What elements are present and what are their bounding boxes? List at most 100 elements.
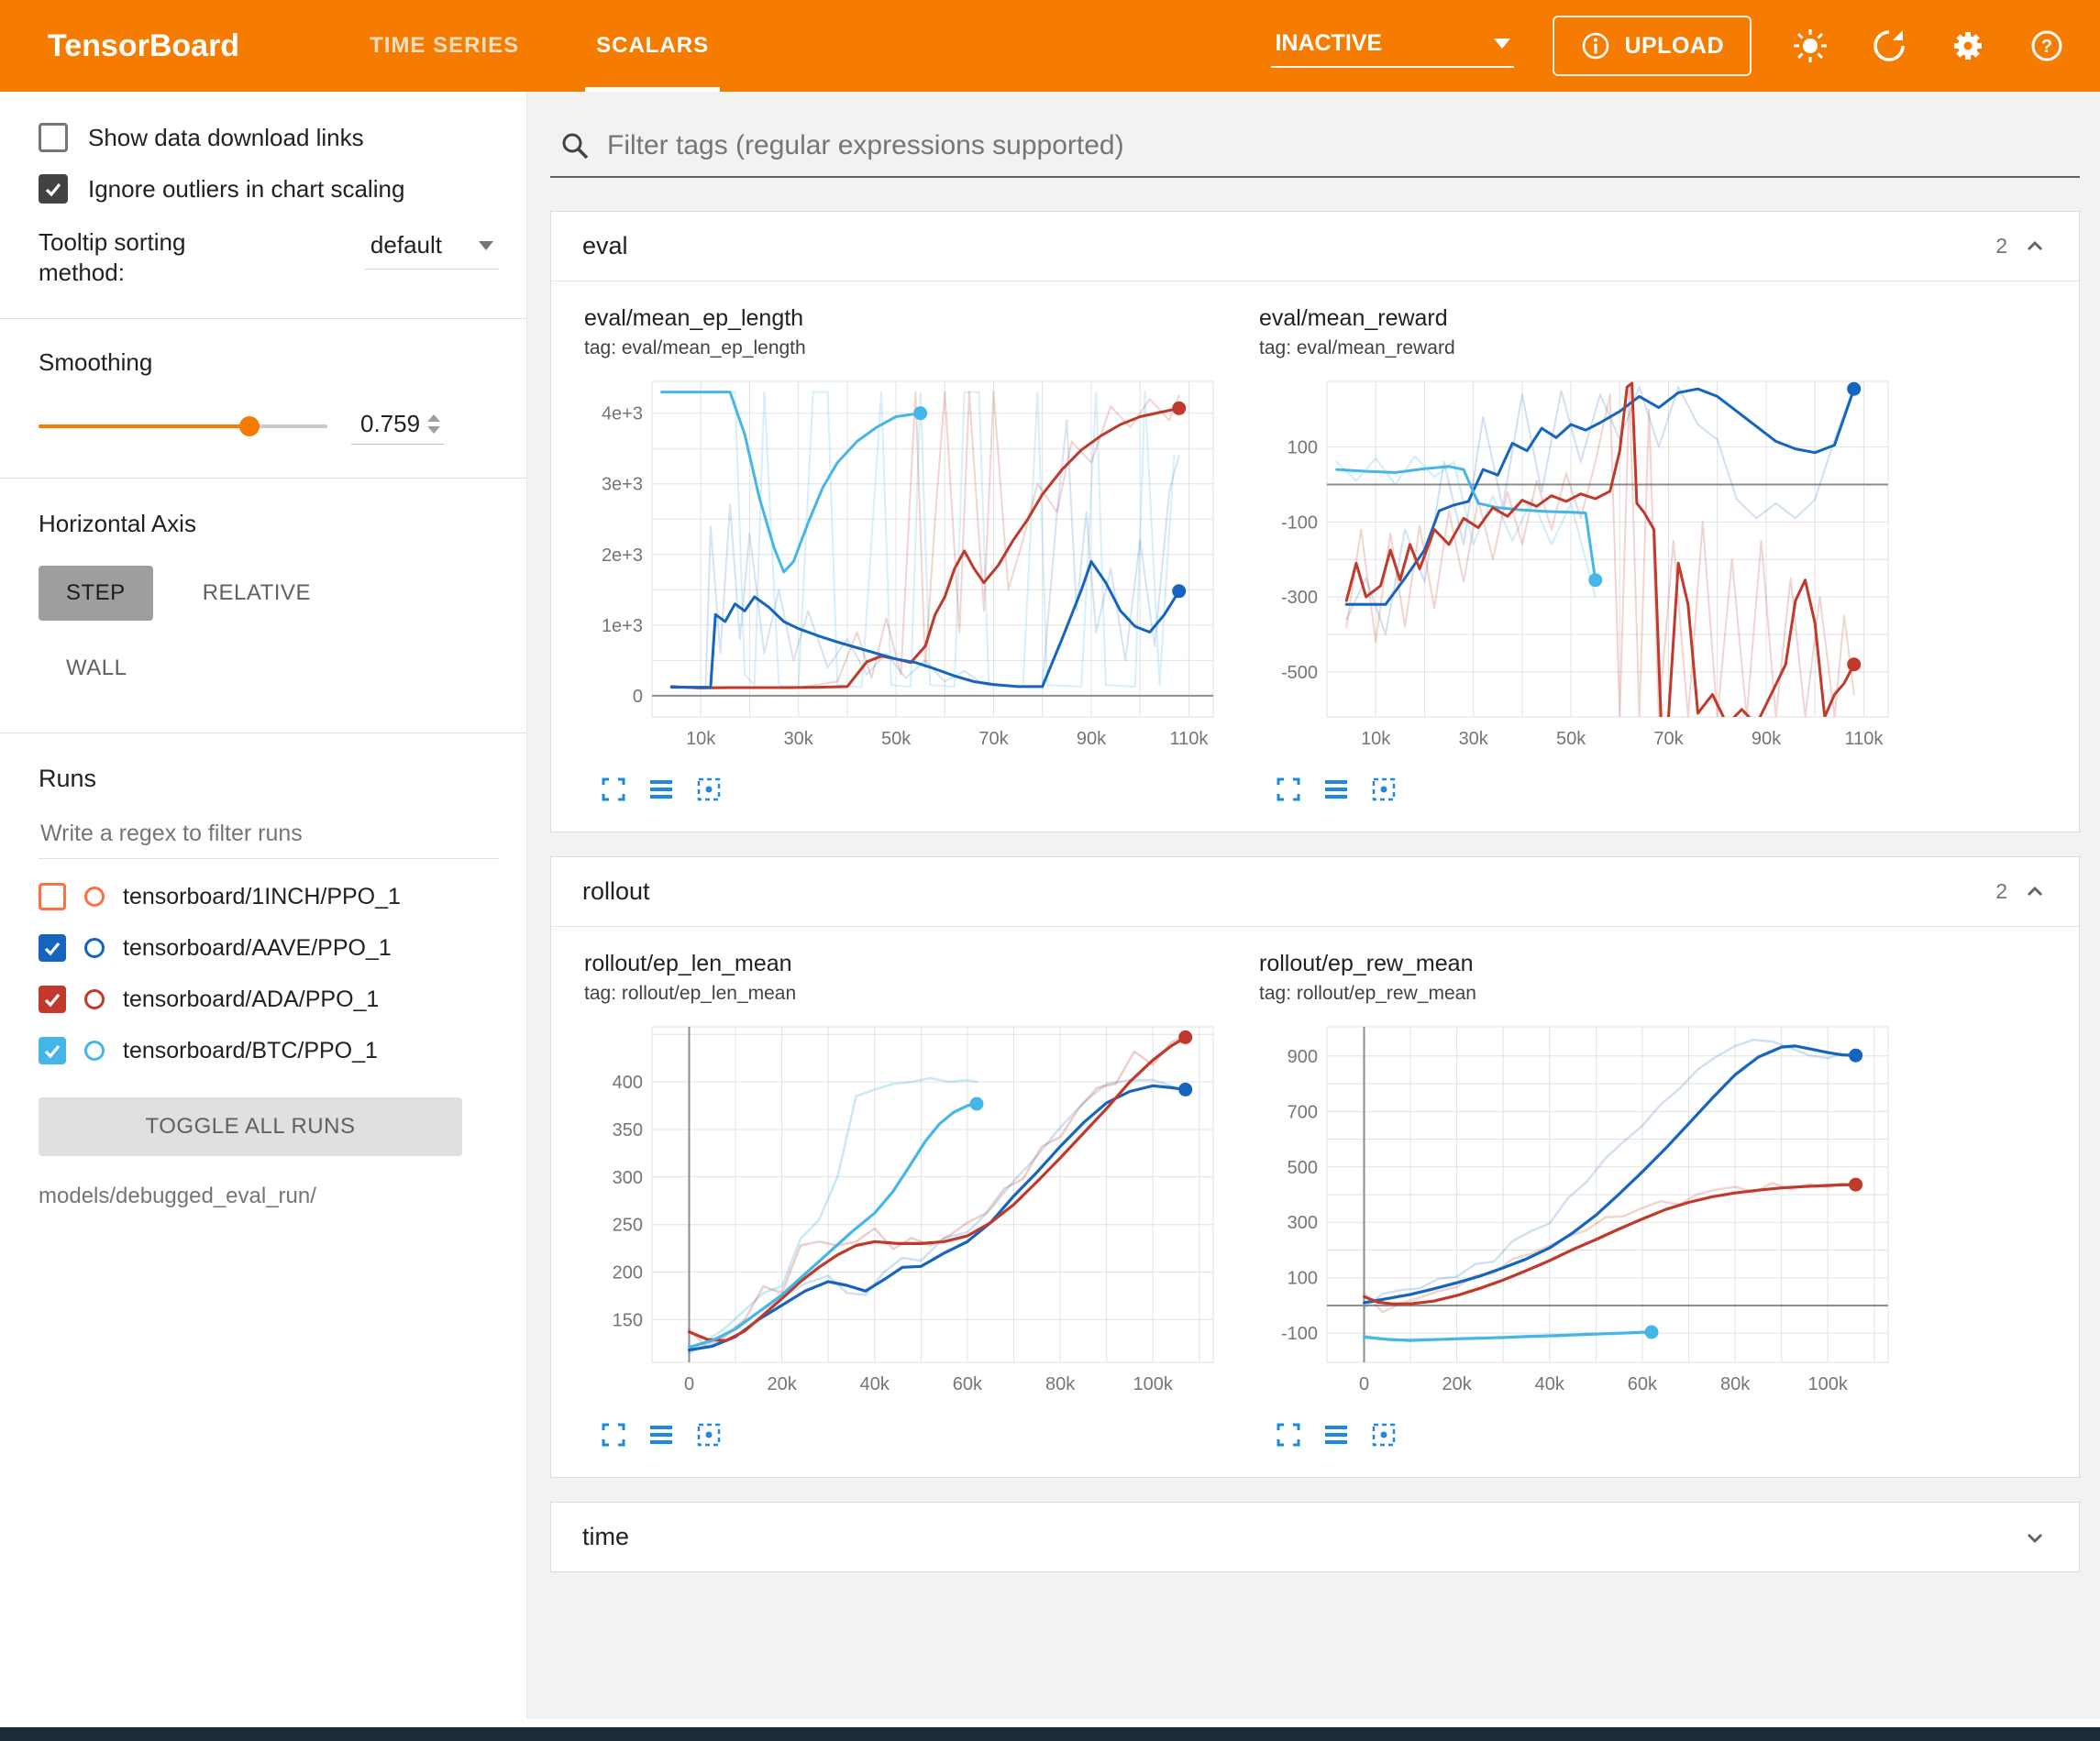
run-checkbox[interactable] <box>39 986 66 1013</box>
show-download-links-label: Show data download links <box>88 124 364 152</box>
help-icon[interactable]: ? <box>2027 26 2067 66</box>
run-row-btc[interactable]: tensorboard/BTC/PPO_1 <box>39 1037 499 1064</box>
app-header: TensorBoard TIME SERIES SCALARS INACTIVE… <box>0 0 2100 92</box>
svg-text:110k: 110k <box>1844 729 1884 749</box>
run-color-circle-icon <box>84 938 105 958</box>
svg-text:300: 300 <box>1288 1213 1318 1233</box>
chevron-down-icon[interactable] <box>2022 1525 2048 1550</box>
svg-text:?: ? <box>2041 37 2052 57</box>
settings-gear-icon[interactable] <box>1948 26 1988 66</box>
ignore-outliers-checkbox[interactable]: Ignore outliers in chart scaling <box>39 174 499 204</box>
chart-title: eval/mean_reward <box>1259 305 1901 332</box>
svg-text:0: 0 <box>1359 1374 1369 1394</box>
section-rollout: rollout 2 rollout/ep_len_mean tag: rollo… <box>550 856 2080 1478</box>
expand-chart-icon[interactable] <box>1274 775 1303 804</box>
svg-text:300: 300 <box>613 1168 643 1188</box>
section-time-header[interactable]: time <box>551 1503 2079 1571</box>
svg-text:100: 100 <box>1288 438 1318 458</box>
fit-domain-icon[interactable] <box>1369 775 1398 804</box>
chevron-up-icon[interactable] <box>2022 879 2048 905</box>
smoothing-slider[interactable] <box>39 424 327 428</box>
chart-canvas[interactable]: 10k30k50k70k90k110k100-100-300-500 <box>1259 369 1901 767</box>
info-icon <box>1580 30 1611 61</box>
run-row-aave[interactable]: tensorboard/AAVE/PPO_1 <box>39 934 499 962</box>
settings-sidebar: Show data download links Ignore outliers… <box>0 92 527 1741</box>
scalars-dashboard: eval 2 eval/mean_ep_length tag: eval/mea… <box>527 92 2100 1741</box>
fit-domain-icon[interactable] <box>1369 1420 1398 1449</box>
toggle-all-runs-button[interactable]: TOGGLE ALL RUNS <box>39 1097 462 1156</box>
run-row-1inch[interactable]: tensorboard/1INCH/PPO_1 <box>39 883 499 910</box>
expand-chart-icon[interactable] <box>599 775 628 804</box>
tooltip-sorting-dropdown[interactable]: default <box>365 227 499 270</box>
smoothing-value-input[interactable]: 0.759 <box>351 408 444 445</box>
svg-text:80k: 80k <box>1045 1374 1076 1394</box>
run-checkbox[interactable] <box>39 1037 66 1064</box>
filter-tags-input[interactable] <box>607 130 2074 161</box>
tooltip-sorting-value: default <box>370 231 442 259</box>
run-color-circle-icon <box>84 1041 105 1061</box>
status-label: INACTIVE <box>1275 30 1382 57</box>
slider-fill <box>39 424 249 428</box>
svg-text:4e+3: 4e+3 <box>602 404 643 424</box>
run-checkbox[interactable] <box>39 883 66 910</box>
ignore-outliers-label: Ignore outliers in chart scaling <box>88 175 404 204</box>
chart-rollout-ep-rew-mean: rollout/ep_rew_mean tag: rollout/ep_rew_… <box>1259 951 1901 1449</box>
expand-chart-icon[interactable] <box>1274 1420 1303 1449</box>
fit-domain-icon[interactable] <box>694 1420 724 1449</box>
expand-chart-icon[interactable] <box>599 1420 628 1449</box>
brightness-icon[interactable] <box>1790 26 1830 66</box>
svg-text:-500: -500 <box>1281 663 1318 683</box>
chevron-down-icon <box>479 241 493 250</box>
run-row-ada[interactable]: tensorboard/ADA/PPO_1 <box>39 986 499 1013</box>
top-tabs: TIME SERIES SCALARS <box>359 0 720 92</box>
chart-canvas[interactable]: 020k40k60k80k100k900700500300100-100 <box>1259 1014 1901 1413</box>
tab-time-series[interactable]: TIME SERIES <box>359 0 530 92</box>
show-download-links-checkbox[interactable]: Show data download links <box>39 123 499 152</box>
section-count: 2 <box>1995 234 2007 259</box>
haxis-wall-button[interactable]: WALL <box>39 641 154 696</box>
svg-text:2e+3: 2e+3 <box>602 545 643 566</box>
card-edge <box>0 1719 2100 1727</box>
svg-text:250: 250 <box>613 1216 643 1236</box>
smoothing-value: 0.759 <box>360 410 420 438</box>
section-eval-header[interactable]: eval 2 <box>551 212 2079 281</box>
runs-path-label: models/debugged_eval_run/ <box>39 1184 499 1209</box>
haxis-step-button[interactable]: STEP <box>39 566 153 621</box>
run-checkbox[interactable] <box>39 934 66 962</box>
svg-text:10k: 10k <box>686 729 716 749</box>
chevron-up-icon[interactable] <box>2022 234 2048 259</box>
checkbox-checked-icon <box>39 174 68 204</box>
svg-text:30k: 30k <box>1459 729 1489 749</box>
upload-button[interactable]: UPLOAD <box>1553 16 1752 76</box>
refresh-icon[interactable] <box>1869 26 1909 66</box>
svg-text:40k: 40k <box>1535 1374 1565 1394</box>
chart-canvas[interactable]: 020k40k60k80k100k150200250300350400 <box>584 1014 1226 1413</box>
run-label: tensorboard/ADA/PPO_1 <box>123 986 379 1013</box>
fit-domain-icon[interactable] <box>694 775 724 804</box>
section-rollout-header[interactable]: rollout 2 <box>551 857 2079 926</box>
spinner-arrows-icon[interactable] <box>427 414 440 434</box>
tab-scalars[interactable]: SCALARS <box>585 0 720 92</box>
slider-thumb[interactable] <box>239 416 260 436</box>
section-count: 2 <box>1995 879 2007 904</box>
svg-text:1e+3: 1e+3 <box>602 616 643 636</box>
svg-text:60k: 60k <box>1628 1374 1658 1394</box>
status-dropdown[interactable]: INACTIVE <box>1271 25 1514 68</box>
chart-tag: tag: eval/mean_reward <box>1259 337 1901 359</box>
svg-text:70k: 70k <box>978 729 1009 749</box>
svg-text:700: 700 <box>1288 1102 1318 1122</box>
runs-table-icon[interactable] <box>1321 775 1351 804</box>
runs-table-icon[interactable] <box>1321 1420 1351 1449</box>
runs-table-icon[interactable] <box>647 1420 676 1449</box>
haxis-relative-button[interactable]: RELATIVE <box>175 566 338 621</box>
svg-text:0: 0 <box>684 1374 694 1394</box>
run-label: tensorboard/AAVE/PPO_1 <box>123 935 392 962</box>
svg-text:60k: 60k <box>953 1374 983 1394</box>
runs-table-icon[interactable] <box>647 775 676 804</box>
svg-text:90k: 90k <box>1752 729 1782 749</box>
run-color-circle-icon <box>84 989 105 1009</box>
chart-canvas[interactable]: 10k30k50k70k90k110k01e+32e+33e+34e+3 <box>584 369 1226 767</box>
svg-text:400: 400 <box>613 1073 643 1093</box>
runs-filter-input[interactable] <box>39 817 499 859</box>
svg-text:900: 900 <box>1288 1047 1318 1067</box>
